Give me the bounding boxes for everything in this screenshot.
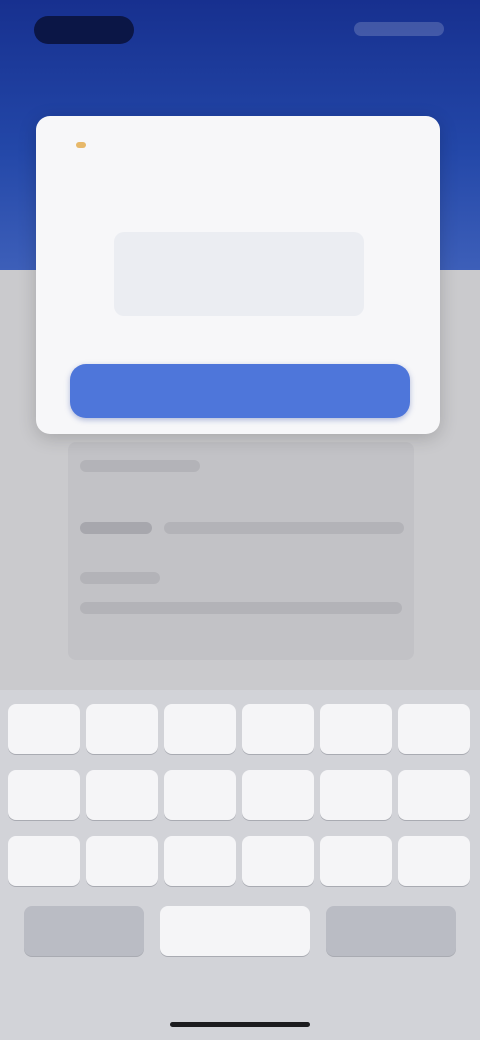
key-6[interactable] (398, 704, 470, 754)
status-bar-time-pill (34, 16, 134, 44)
placeholder-line (80, 602, 402, 614)
key-3[interactable] (164, 704, 236, 754)
captcha-image[interactable] (114, 232, 364, 316)
key-13[interactable] (8, 836, 80, 886)
key-8[interactable] (86, 770, 158, 820)
keyboard (0, 690, 480, 1040)
key-14[interactable] (86, 836, 158, 886)
confirm-button[interactable] (70, 364, 410, 418)
placeholder-line (164, 522, 404, 534)
key-18[interactable] (398, 836, 470, 886)
placeholder-line (80, 460, 200, 472)
key-10[interactable] (242, 770, 314, 820)
placeholder-line (80, 572, 160, 584)
key-15[interactable] (164, 836, 236, 886)
key-11[interactable] (320, 770, 392, 820)
background-content-panel (68, 442, 414, 660)
status-bar-icons (354, 22, 444, 36)
dialog-title (36, 134, 440, 156)
dialog-subtitle (76, 180, 400, 200)
key-1[interactable] (8, 704, 80, 754)
key-5[interactable] (320, 704, 392, 754)
keyboard-left-key[interactable] (24, 906, 144, 956)
key-7[interactable] (8, 770, 80, 820)
key-4[interactable] (242, 704, 314, 754)
keyboard-right-key[interactable] (326, 906, 456, 956)
key-2[interactable] (86, 704, 158, 754)
space-key[interactable] (160, 906, 310, 956)
key-17[interactable] (320, 836, 392, 886)
placeholder-line (80, 522, 152, 534)
home-indicator (170, 1022, 310, 1027)
key-9[interactable] (164, 770, 236, 820)
key-16[interactable] (242, 836, 314, 886)
key-12[interactable] (398, 770, 470, 820)
